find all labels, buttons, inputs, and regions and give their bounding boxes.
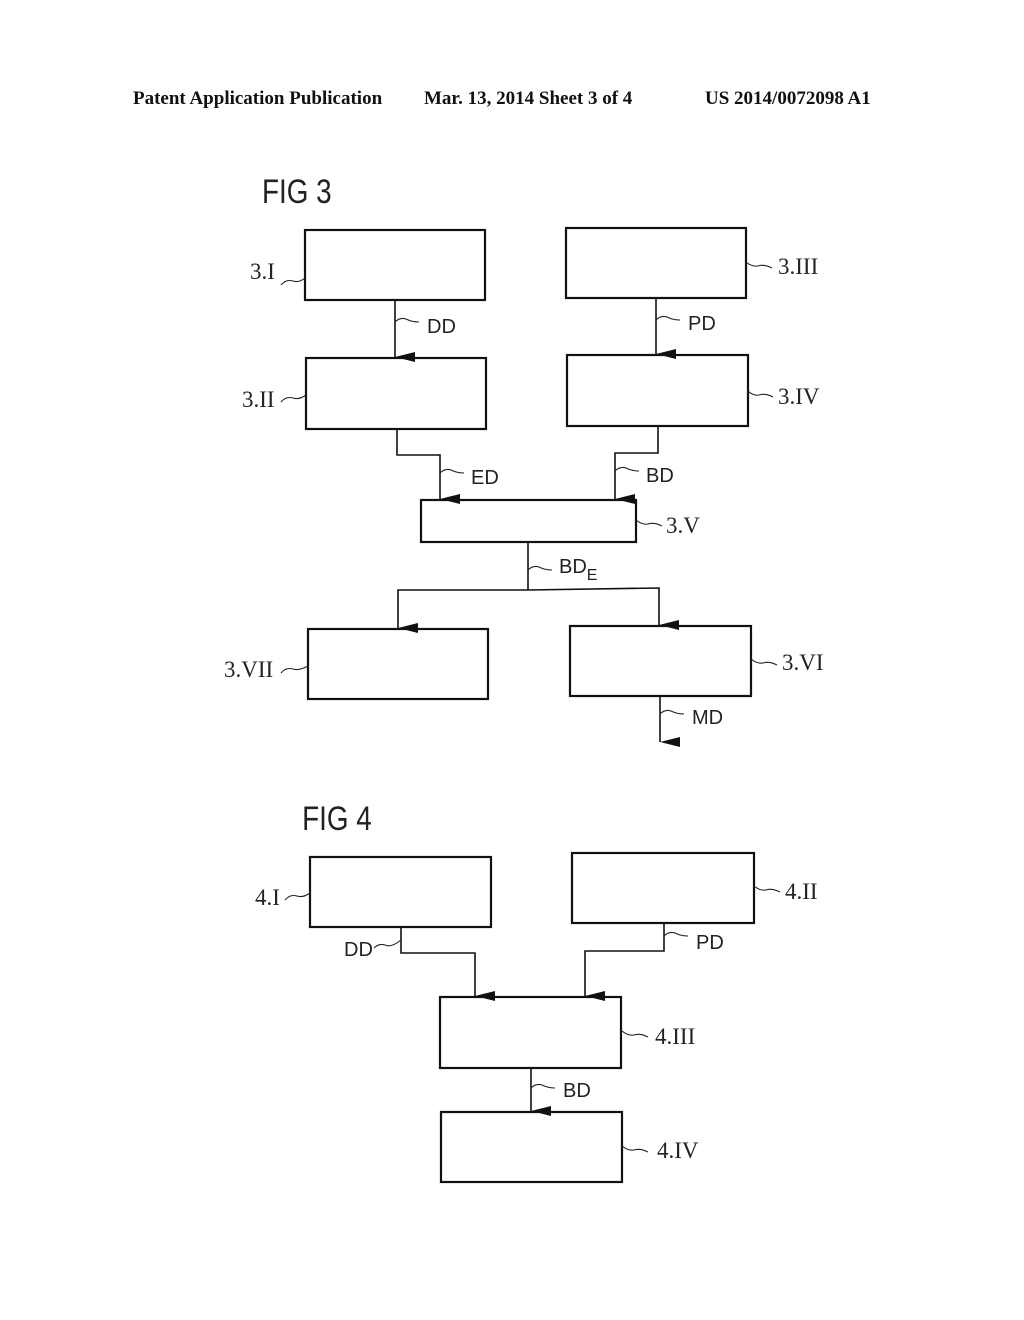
ref-3-IV: 3.IV [778,384,820,409]
block-4-II [570,851,756,925]
signal-md: MD [692,707,723,729]
leader-sig-4-bd [530,1083,556,1089]
ref-3-III: 3.III [778,254,818,279]
signal-4-dd: DD [344,939,373,961]
ref-4-I: 4.I [255,885,280,910]
ref-3-VI: 3.VI [782,650,824,675]
signal-bde-subscript: E [587,567,598,584]
block-4-III [438,995,623,1070]
signal-bde-main: BD [559,556,587,578]
leader-sig-bd [614,466,640,472]
block-3-III [564,226,748,300]
block-3-VI [568,624,753,698]
edge-4I-4III [400,927,495,1001]
signal-pd: PD [688,313,716,335]
fig4-title: FIG 4 [302,799,372,837]
leader-3III [745,261,773,269]
edge-4II-4III [584,923,665,1001]
signal-bd: BD [646,465,674,487]
leader-4IV [621,1145,649,1153]
fig3-title: FIG 3 [262,172,332,210]
ref-4-IV: 4.IV [657,1138,699,1163]
fig4: FIG 4 4.I 4.II 4.III 4.IV DD PD BD [255,799,818,1184]
edge-3V-3VI [527,587,679,630]
leader-sig-md [659,709,685,715]
edge-3II-3V [396,429,460,504]
block-3-VII [306,627,490,701]
leader-3VI [750,658,778,666]
ref-3-V: 3.V [666,513,700,538]
fig3: FIG 3 3.I 3.II 3.III 3.IV 3.V 3.VI 3.VII… [224,172,824,747]
signal-bde: BDE [559,556,597,584]
leader-sig-ed [439,468,465,474]
leader-3II [280,394,307,403]
ref-3-I: 3.I [250,259,275,284]
block-3-II [304,356,488,431]
edge-3V-3VII [397,589,528,633]
patent-figures: FIG 3 3.I 3.II 3.III 3.IV 3.V 3.VI 3.VII… [224,172,824,1184]
leader-3V [635,519,663,527]
leader-4II [753,885,781,893]
ref-3-II: 3.II [242,387,275,412]
leader-3VII [280,665,309,674]
signal-ed: ED [471,467,499,489]
edge-3IV-3V [614,426,659,504]
signal-4-bd: BD [563,1080,591,1102]
signal-dd: DD [427,316,456,338]
ref-4-III: 4.III [655,1024,695,1049]
block-3-V [419,498,638,544]
leader-3I [280,277,306,286]
leader-4I [284,892,311,901]
block-3-I [303,228,487,302]
leader-sig-bde [527,565,553,571]
signal-4-pd: PD [696,932,724,954]
block-4-I [308,855,493,929]
leader-4III [621,1030,649,1038]
leader-sig-pd [655,315,681,321]
leader-sig-4-dd [373,939,402,949]
block-3-IV [565,353,750,428]
leader-sig-4-pd [663,931,689,937]
ref-3-VII: 3.VII [224,657,273,682]
block-4-IV [439,1110,624,1184]
ref-4-II: 4.II [785,879,818,904]
leader-3IV [747,390,774,398]
leader-sig-dd [394,317,420,323]
